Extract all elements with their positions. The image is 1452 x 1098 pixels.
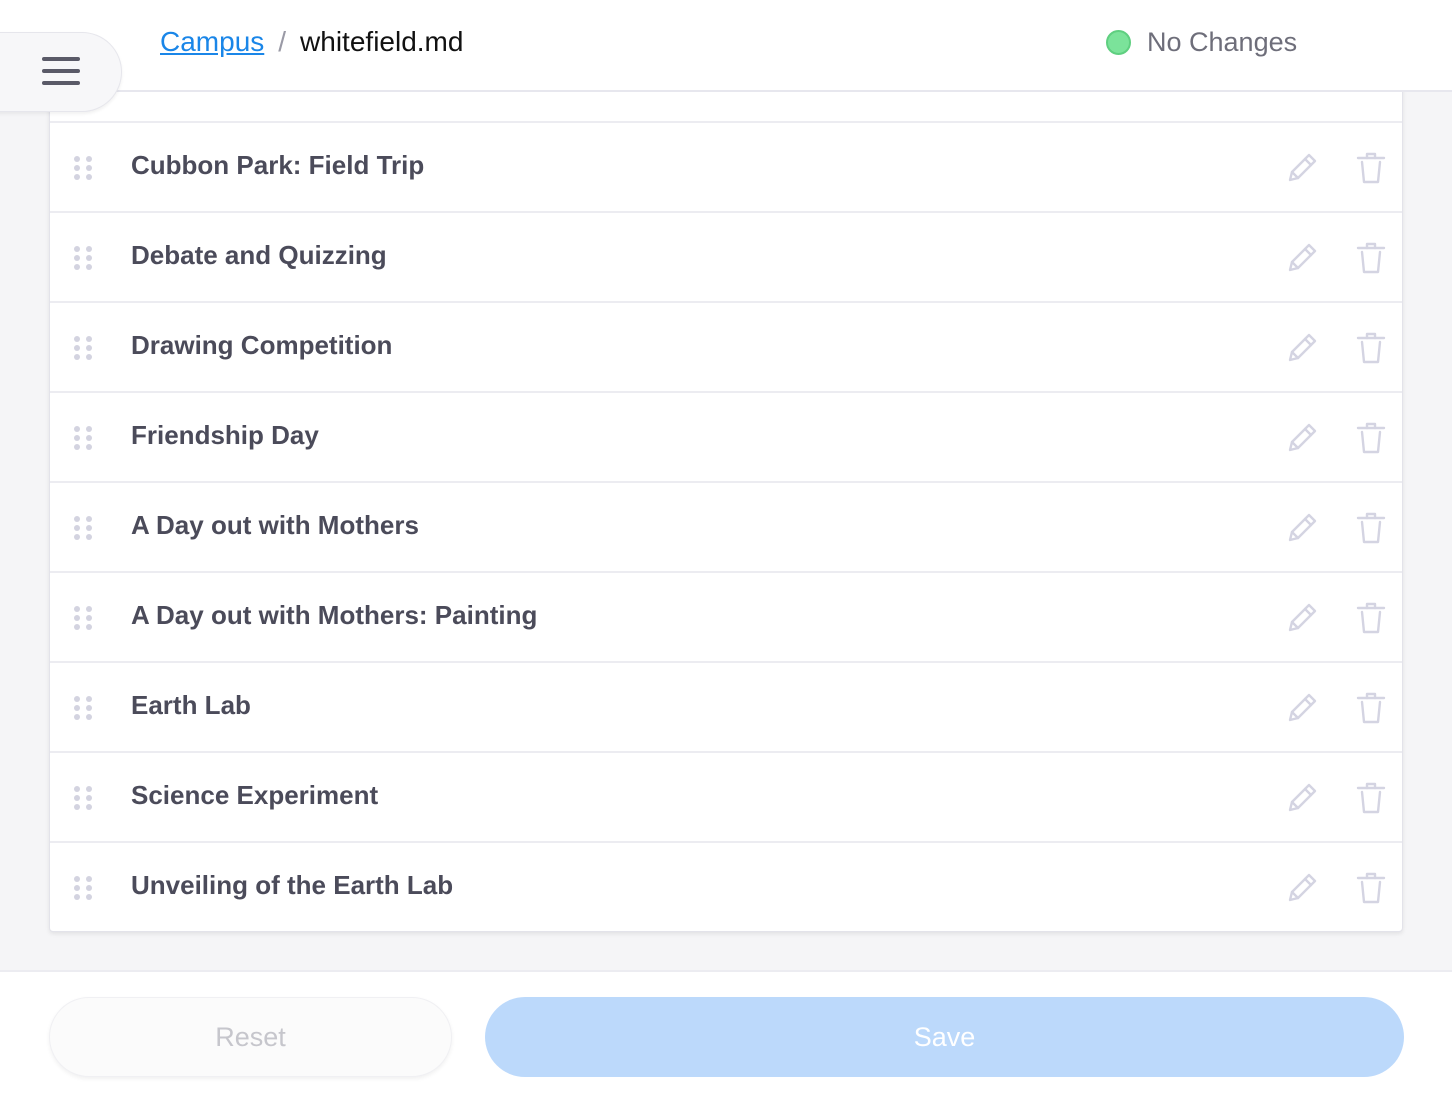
save-button[interactable]: Save (485, 997, 1404, 1077)
page: Campus / whitefield.md No Changes Cubbon… (0, 0, 1452, 1098)
list-item-label: Science Experiment (131, 780, 379, 810)
list-item-label: Debate and Quizzing (131, 240, 387, 270)
list-item[interactable]: A Day out with Mothers (50, 481, 1402, 571)
trash-icon[interactable] (1353, 240, 1389, 276)
drag-handle-icon[interactable] (74, 246, 92, 270)
list-item[interactable]: A Day out with Mothers: Painting (50, 571, 1402, 661)
drag-handle-icon[interactable] (74, 786, 92, 810)
trash-icon[interactable] (1353, 600, 1389, 636)
list-item[interactable]: Friendship Day (50, 391, 1402, 481)
trash-icon[interactable] (1353, 510, 1389, 546)
list-item-label: Earth Lab (131, 690, 251, 720)
action-bar: Reset Save (0, 970, 1452, 1098)
status-text: No Changes (1147, 26, 1298, 57)
top-bar: Campus / whitefield.md No Changes (0, 0, 1452, 92)
pencil-icon[interactable] (1284, 780, 1320, 816)
item-list: Cubbon Park: Field Trip Debate and Quizzi… (49, 60, 1403, 932)
status-dot-icon (1106, 29, 1131, 55)
list-item-label: A Day out with Mothers: Painting (131, 600, 538, 630)
trash-icon[interactable] (1353, 780, 1389, 816)
pencil-icon[interactable] (1284, 330, 1320, 366)
trash-icon[interactable] (1353, 870, 1389, 906)
drag-handle-icon[interactable] (74, 156, 92, 180)
drag-handle-icon[interactable] (74, 516, 92, 540)
pencil-icon[interactable] (1284, 690, 1320, 726)
drag-handle-icon[interactable] (74, 606, 92, 630)
list-item[interactable]: Unveiling of the Earth Lab (50, 841, 1402, 931)
breadcrumb-current-file: whitefield.md (300, 26, 464, 57)
pencil-icon[interactable] (1284, 510, 1320, 546)
drag-handle-icon[interactable] (74, 336, 92, 360)
drag-handle-icon[interactable] (74, 876, 92, 900)
pencil-icon[interactable] (1284, 420, 1320, 456)
list-item[interactable]: Cubbon Park: Field Trip (50, 121, 1402, 211)
list-item-label: Cubbon Park: Field Trip (131, 150, 425, 180)
breadcrumb-campus-link[interactable]: Campus (160, 26, 264, 58)
list-item-label: Drawing Competition (131, 330, 393, 360)
list-item[interactable]: Earth Lab (50, 661, 1402, 751)
save-status: No Changes (1106, 24, 1297, 60)
breadcrumb-separator: / (278, 26, 287, 57)
pencil-icon[interactable] (1284, 600, 1320, 636)
trash-icon[interactable] (1353, 150, 1389, 186)
breadcrumb: Campus / whitefield.md (160, 24, 463, 60)
drag-handle-icon[interactable] (74, 696, 92, 720)
menu-button[interactable] (0, 32, 122, 112)
trash-icon[interactable] (1353, 690, 1389, 726)
pencil-icon[interactable] (1284, 870, 1320, 906)
trash-icon[interactable] (1353, 420, 1389, 456)
list-item-label: Unveiling of the Earth Lab (131, 870, 454, 900)
reset-button[interactable]: Reset (49, 997, 452, 1077)
list-item-label: A Day out with Mothers (131, 510, 419, 540)
list-item[interactable]: Science Experiment (50, 751, 1402, 841)
list-item[interactable]: Drawing Competition (50, 301, 1402, 391)
trash-icon[interactable] (1353, 330, 1389, 366)
list-item-label: Friendship Day (131, 420, 319, 450)
drag-handle-icon[interactable] (74, 426, 92, 450)
pencil-icon[interactable] (1284, 240, 1320, 276)
list-item[interactable]: Debate and Quizzing (50, 211, 1402, 301)
pencil-icon[interactable] (1284, 150, 1320, 186)
